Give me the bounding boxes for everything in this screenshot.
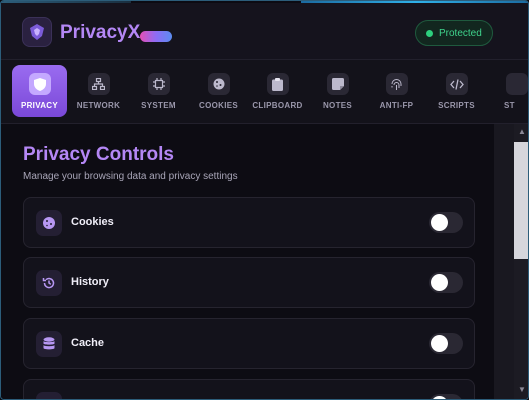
control-card-cache: Cache <box>23 318 475 369</box>
privacyx-logo-icon <box>22 17 52 47</box>
network-icon <box>87 73 110 95</box>
database-icon <box>36 331 62 357</box>
tab-label: CLIPBOARD <box>252 101 303 110</box>
tab-privacy[interactable]: PRIVACY <box>12 65 67 117</box>
chip-icon <box>147 73 170 95</box>
shield-icon <box>28 73 51 95</box>
tab-network[interactable]: NETWORK <box>71 65 126 117</box>
tab-label: COOKIES <box>199 101 238 110</box>
tab-st[interactable]: ST <box>488 65 528 117</box>
item-icon <box>36 392 62 399</box>
scrollbar-thumb[interactable] <box>514 142 528 259</box>
partial-toggle[interactable] <box>429 394 463 399</box>
version-badge <box>140 31 172 42</box>
tab-system[interactable]: SYSTEM <box>131 65 186 117</box>
toggle-knob <box>431 214 448 231</box>
tab-scripts[interactable]: SCRIPTS <box>429 65 484 117</box>
app-header: PrivacyX Protected <box>1 3 528 60</box>
control-card-history: History <box>23 257 475 308</box>
control-card-cookies: Cookies <box>23 197 475 248</box>
tab-label: ST <box>504 101 515 110</box>
cookie-icon <box>207 73 230 95</box>
page-title: Privacy Controls <box>23 144 174 165</box>
cookie-icon <box>36 210 62 236</box>
tab-label: NOTES <box>322 101 353 110</box>
app-window: PrivacyX Protected PRIVACY NETWORK SYSTE… <box>0 0 529 400</box>
control-label: Cache <box>71 337 105 349</box>
note-icon <box>326 73 349 95</box>
tab-clipboard[interactable]: CLIPBOARD <box>250 65 305 117</box>
page-subtitle: Manage your browsing data and privacy se… <box>23 171 238 182</box>
control-label: History <box>71 276 109 288</box>
code-icon <box>445 73 468 95</box>
scroll-down-arrow-icon[interactable]: ▼ <box>514 383 528 397</box>
toggle-knob <box>431 396 448 399</box>
tab-label: SYSTEM <box>141 101 176 110</box>
status-dot-icon <box>426 29 433 37</box>
app-title: PrivacyX <box>60 22 141 43</box>
cookies-toggle[interactable] <box>429 212 463 233</box>
tab-label: ANTI-FP <box>379 101 414 110</box>
tab-notes[interactable]: NOTES <box>310 65 365 117</box>
settings-icon <box>506 73 528 95</box>
toggle-knob <box>431 335 448 352</box>
tab-cookies[interactable]: COOKIES <box>191 65 246 117</box>
fingerprint-icon <box>385 73 408 95</box>
tab-label: NETWORK <box>76 101 121 110</box>
history-toggle[interactable] <box>429 272 463 293</box>
history-icon <box>36 270 62 296</box>
tab-anti-fp[interactable]: ANTI-FP <box>369 65 424 117</box>
control-card-partial <box>23 379 475 399</box>
tab-label: PRIVACY <box>20 101 59 110</box>
toggle-knob <box>431 274 448 291</box>
protection-status-badge[interactable]: Protected <box>415 20 493 46</box>
clipboard-icon <box>266 73 289 95</box>
cache-toggle[interactable] <box>429 333 463 354</box>
control-label: Cookies <box>71 216 114 228</box>
status-text: Protected <box>439 27 482 39</box>
scroll-up-arrow-icon[interactable]: ▲ <box>514 125 528 139</box>
tab-bar: PRIVACY NETWORK SYSTEM COOKIES CLIPBOARD <box>1 60 528 124</box>
tab-label: SCRIPTS <box>438 101 475 110</box>
